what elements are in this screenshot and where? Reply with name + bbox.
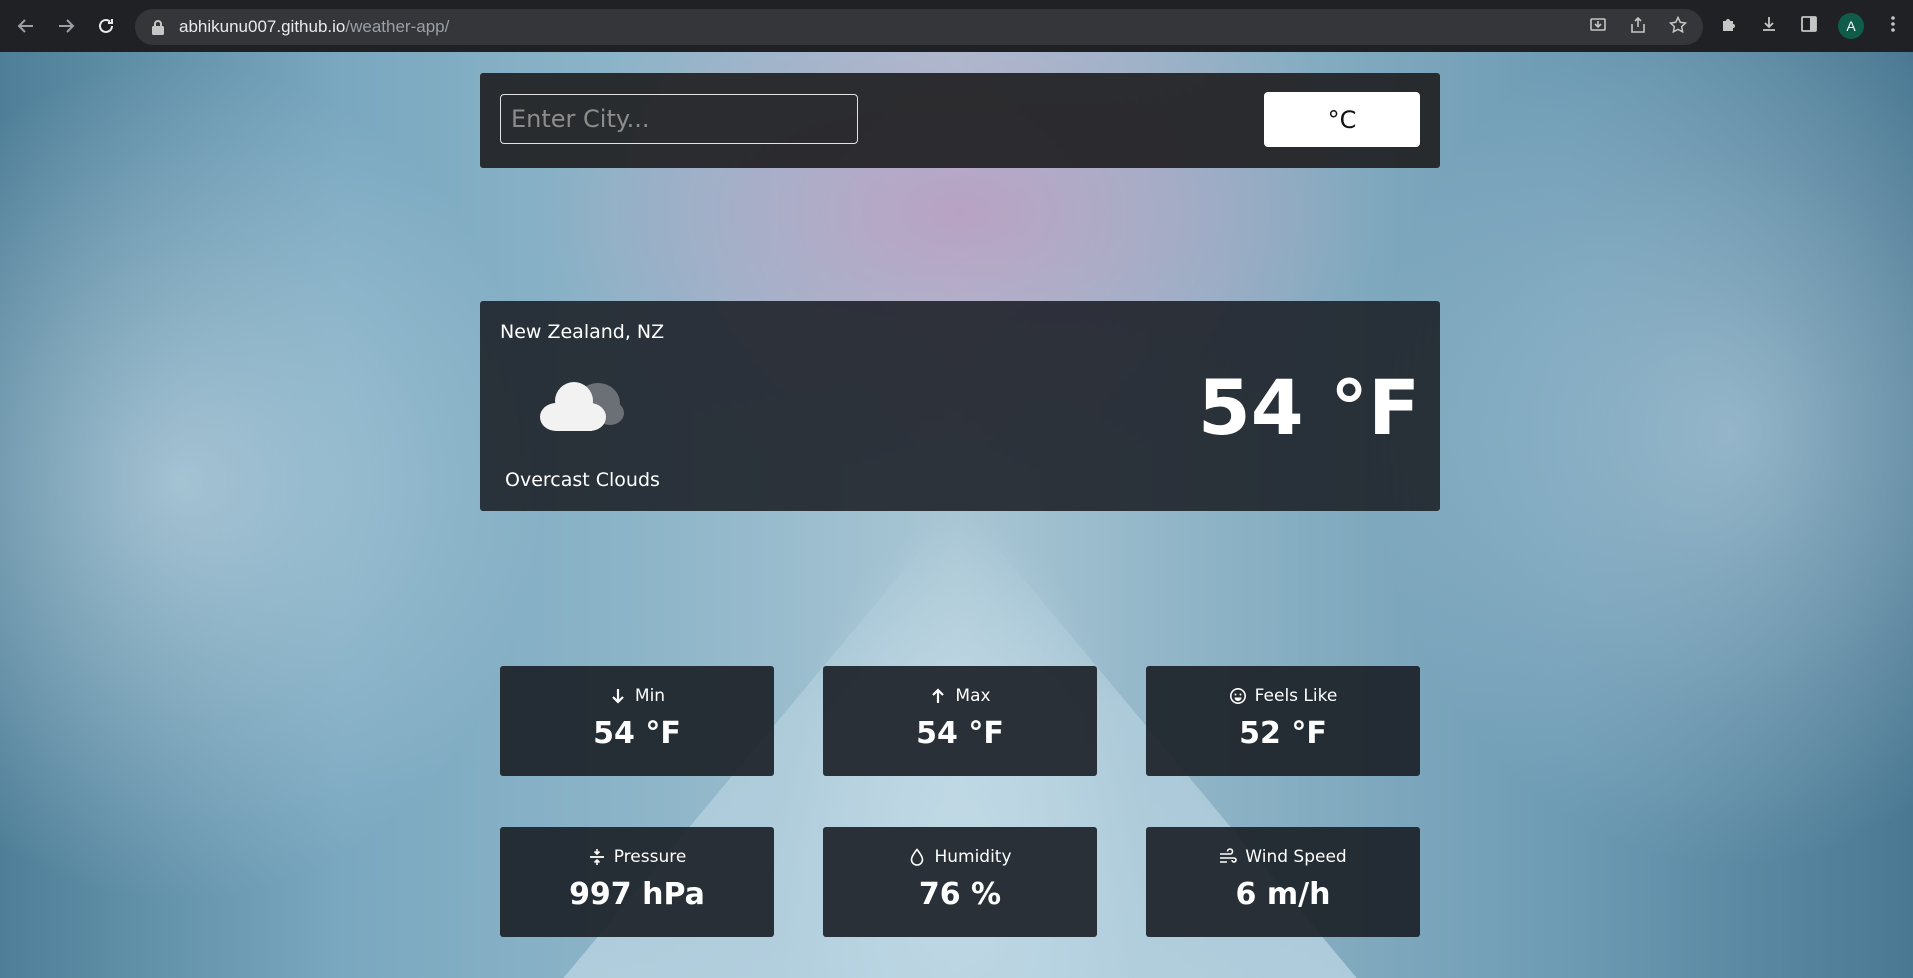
lock-icon <box>152 20 164 35</box>
location-name: New Zealand, NZ <box>500 321 665 343</box>
overcast-cloud-icon <box>540 382 624 431</box>
menu-kebab-icon[interactable] <box>1882 15 1904 38</box>
weather-description: Overcast Clouds <box>505 469 660 491</box>
stat-card-min: Min 54 °F <box>500 666 774 776</box>
stat-card-feels-like: Feels Like 52 °F <box>1146 666 1420 776</box>
url-text: abhikunu007.github.io/weather-app/ <box>179 17 449 37</box>
city-search-input[interactable] <box>500 94 858 144</box>
current-temperature: 54 °F <box>1197 363 1420 452</box>
stat-value-max: 54 °F <box>916 716 1004 751</box>
droplet-icon <box>911 848 924 866</box>
share-icon[interactable] <box>1627 16 1649 39</box>
stat-label-feels-like: Feels Like <box>1254 686 1338 706</box>
search-panel: °C <box>480 73 1440 168</box>
back-arrow-icon[interactable] <box>12 12 40 40</box>
forward-arrow-icon[interactable] <box>52 12 80 40</box>
stat-value-min: 54 °F <box>593 716 681 751</box>
downloads-icon[interactable] <box>1758 15 1780 38</box>
browser-toolbar: abhikunu007.github.io/weather-app/ A <box>0 0 1913 52</box>
extensions-puzzle-icon[interactable] <box>1718 15 1740 38</box>
stat-card-humidity: Humidity 76 % <box>823 827 1097 937</box>
url-host: abhikunu007.github.io <box>179 17 346 36</box>
arrow-down-icon <box>612 689 624 704</box>
install-app-icon[interactable] <box>1587 16 1609 39</box>
stat-value-pressure: 997 hPa <box>569 877 705 912</box>
wind-icon <box>1220 848 1238 863</box>
stat-value-feels-like: 52 °F <box>1239 716 1327 751</box>
reload-icon[interactable] <box>92 12 120 40</box>
compress-icon <box>589 849 604 865</box>
side-panel-icon[interactable] <box>1798 15 1820 38</box>
address-bar[interactable]: abhikunu007.github.io/weather-app/ <box>135 9 1703 45</box>
stat-card-pressure: Pressure 997 hPa <box>500 827 774 937</box>
stat-card-wind-speed: Wind Speed 6 m/h <box>1146 827 1420 937</box>
stat-label-min: Min <box>634 686 666 706</box>
arrow-up-icon <box>932 688 945 703</box>
stat-value-humidity: 76 % <box>918 877 1002 912</box>
bookmark-star-icon[interactable] <box>1667 15 1689 39</box>
smile-icon <box>1229 688 1246 704</box>
page-background: °C New Zealand, NZ Overcast Clouds 54 °F… <box>0 52 1913 978</box>
url-path: /weather-app/ <box>345 17 450 36</box>
stat-value-wind-speed: 6 m/h <box>1235 877 1331 912</box>
stat-label-pressure: Pressure <box>613 847 687 867</box>
stat-card-max: Max 54 °F <box>823 666 1097 776</box>
stat-label-wind-speed: Wind Speed <box>1245 847 1347 867</box>
unit-toggle-button[interactable]: °C <box>1264 92 1420 147</box>
profile-avatar[interactable]: A <box>1838 13 1864 39</box>
stat-label-max: Max <box>955 686 991 706</box>
stat-label-humidity: Humidity <box>934 847 1012 867</box>
current-weather-card: New Zealand, NZ Overcast Clouds 54 °F <box>480 301 1440 511</box>
